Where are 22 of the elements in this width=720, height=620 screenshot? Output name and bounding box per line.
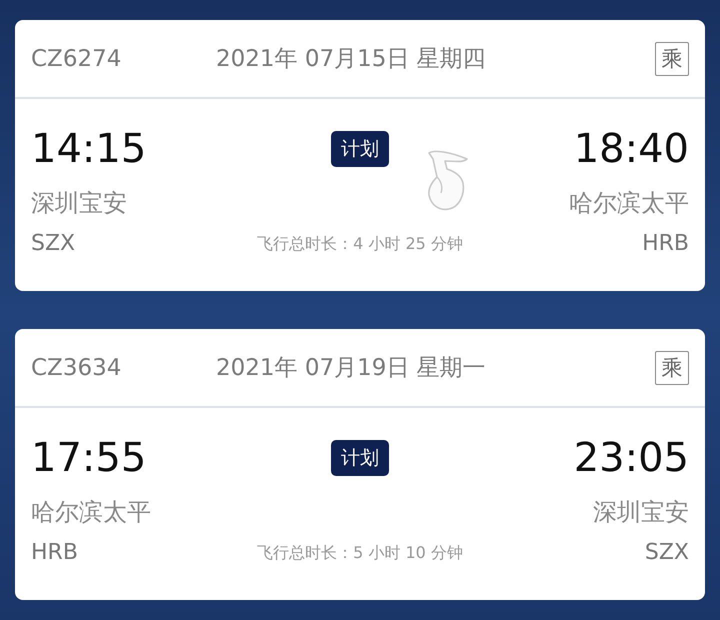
flight-duration: 飞行总时长：4 小时 25 分钟 — [257, 234, 463, 254]
flight-number: CZ6274 — [31, 46, 122, 72]
arrival-time: 18:40 — [574, 125, 689, 174]
arrival-code: HRB — [642, 230, 689, 258]
departure-city: 深圳宝安 — [31, 188, 128, 219]
status-badge: 计划 — [330, 440, 389, 476]
status-badge: 计划 — [330, 131, 389, 167]
arrival-city: 哈尔滨太平 — [569, 188, 689, 219]
boarding-tag[interactable]: 乘 — [655, 42, 689, 76]
arrival-city: 深圳宝安 — [593, 497, 689, 528]
flight-date: 2021年 07月15日 星期四 — [216, 45, 487, 74]
flight-date: 2021年 07月19日 星期一 — [216, 354, 487, 383]
arrival-code: SZX — [644, 539, 689, 567]
boarding-tag[interactable]: 乘 — [655, 350, 689, 384]
arrival-time: 23:05 — [574, 434, 689, 483]
departure-code: HRB — [31, 539, 79, 567]
flight-duration: 飞行总时长：5 小时 10 分钟 — [257, 542, 463, 564]
departure-time: 14:15 — [31, 125, 148, 174]
departure-code: SZX — [31, 230, 76, 258]
flight-number: CZ3634 — [31, 354, 122, 380]
departure-time: 17:55 — [31, 434, 148, 483]
departure-city: 哈尔滨太平 — [31, 497, 152, 528]
